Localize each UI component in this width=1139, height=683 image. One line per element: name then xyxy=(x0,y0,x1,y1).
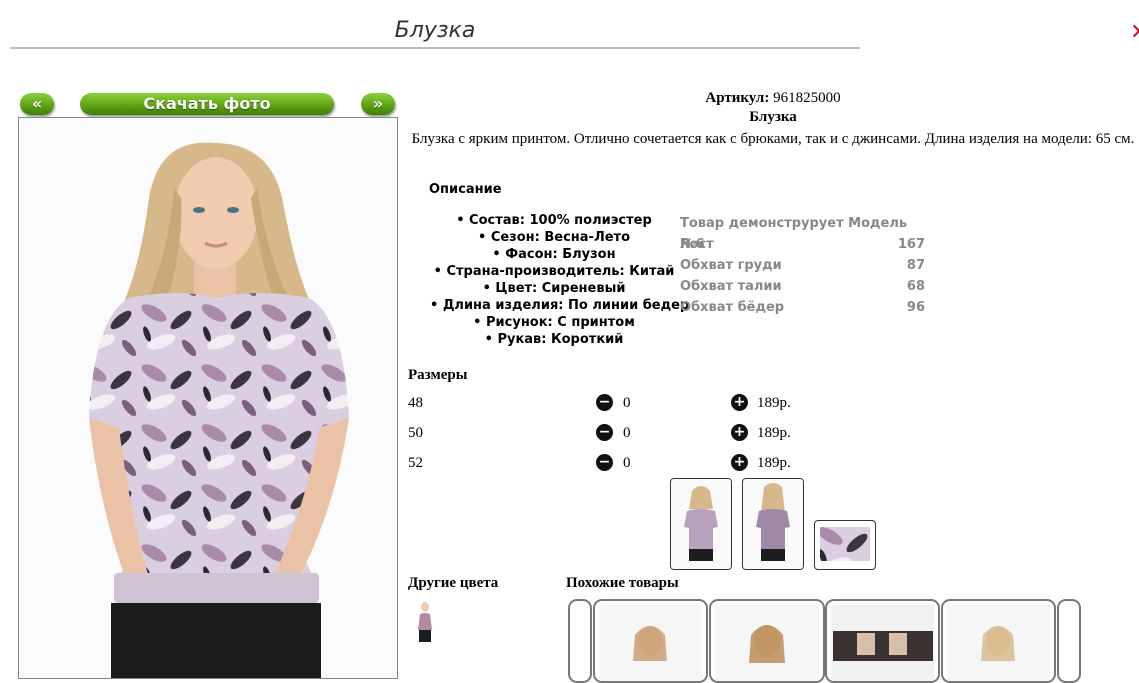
thumbnail-front-image xyxy=(671,479,731,569)
similar-product-image xyxy=(599,605,702,681)
minus-circle-icon[interactable]: − xyxy=(596,454,613,471)
model-row-value: 167 xyxy=(897,237,925,252)
article-label: Артикул: xyxy=(705,90,770,106)
size-row: 52 − 0 + 189р. xyxy=(408,452,828,474)
size-label: 50 xyxy=(408,425,423,441)
similar-product-card[interactable] xyxy=(941,599,1056,683)
similar-product-image xyxy=(947,605,1050,681)
download-photo-button[interactable]: Скачать фото xyxy=(80,93,334,115)
feature-item: • Рисунок: С принтом xyxy=(473,315,635,330)
price-value: 189р. xyxy=(757,425,791,441)
quantity-value: 0 xyxy=(623,425,631,441)
model-row-label: Обхват груди xyxy=(680,258,782,273)
prev-photo-button[interactable]: « xyxy=(20,93,54,115)
plus-circle-icon[interactable]: + xyxy=(731,394,748,411)
photo-thumbnail[interactable] xyxy=(814,520,876,570)
product-description: Блузка с ярким принтом. Отлично сочетает… xyxy=(411,131,1135,147)
thumbnail-back-image xyxy=(743,479,803,569)
model-row-value: 96 xyxy=(906,300,925,315)
similar-scroll-right[interactable] xyxy=(1057,599,1081,683)
other-color-image xyxy=(412,598,438,646)
feature-item: • Цвет: Сиреневый xyxy=(482,281,626,296)
page-title: Блузка xyxy=(10,14,860,49)
price-value: 189р. xyxy=(757,455,791,471)
plus-circle-icon[interactable]: + xyxy=(731,424,748,441)
similar-product-card[interactable] xyxy=(593,599,708,683)
similar-product-card[interactable] xyxy=(709,599,825,683)
model-row-label: Рост xyxy=(680,237,714,252)
feature-item: • Фасон: Блузон xyxy=(492,247,616,262)
minus-circle-icon[interactable]: − xyxy=(596,394,613,411)
feature-list: • Состав: 100% полиэстер • Сезон: Весна-… xyxy=(430,212,690,348)
feature-item: • Страна-производитель: Китай xyxy=(433,264,675,279)
size-label: 48 xyxy=(408,395,423,411)
feature-item: • Рукав: Короткий xyxy=(484,332,624,347)
model-row-value: 87 xyxy=(906,258,925,273)
next-photo-button[interactable]: » xyxy=(361,93,395,115)
similar-products-heading: Похожие товары xyxy=(566,575,679,591)
quantity-value: 0 xyxy=(623,395,631,411)
similar-product-image xyxy=(831,605,934,681)
similar-product-card[interactable] xyxy=(825,599,940,683)
model-measurements: Товар демонструрует Модель №6 Рост 167 Об… xyxy=(680,213,925,318)
model-heading: Товар демонструрует Модель №6 xyxy=(680,216,908,252)
model-row-label: Обхват талии xyxy=(680,279,782,294)
article-value: 961825000 xyxy=(773,90,841,106)
product-photo[interactable] xyxy=(18,117,398,679)
size-label: 52 xyxy=(408,455,423,471)
sizes-heading: Размеры xyxy=(408,367,468,383)
size-row: 50 − 0 + 189р. xyxy=(408,422,828,444)
close-icon[interactable]: ✕ xyxy=(1130,20,1139,48)
description-heading: Описание xyxy=(429,182,502,197)
quantity-value: 0 xyxy=(623,455,631,471)
plus-circle-icon[interactable]: + xyxy=(731,454,748,471)
minus-circle-icon[interactable]: − xyxy=(596,424,613,441)
thumbnail-fabric-image xyxy=(820,527,870,561)
product-name: Блузка xyxy=(749,109,797,125)
feature-item: • Сезон: Весна-Лето xyxy=(477,230,631,245)
feature-item: • Длина изделия: По линии бедер xyxy=(430,298,690,313)
size-row: 48 − 0 + 189р. xyxy=(408,392,828,414)
feature-item: • Состав: 100% полиэстер xyxy=(456,213,652,228)
model-row-value: 68 xyxy=(906,279,925,294)
article-block: Артикул: 961825000 Блузка xyxy=(408,89,1138,127)
similar-product-image xyxy=(715,605,819,681)
similar-scroll-left[interactable] xyxy=(568,599,592,683)
other-color-thumbnail[interactable] xyxy=(412,598,438,646)
price-value: 189р. xyxy=(757,395,791,411)
model-row-label: Обхват бёдер xyxy=(680,300,785,315)
photo-thumbnail[interactable] xyxy=(670,478,732,570)
other-colors-heading: Другие цвета xyxy=(408,575,499,591)
model-photo-illustration xyxy=(89,142,349,678)
photo-thumbnail[interactable] xyxy=(742,478,804,570)
